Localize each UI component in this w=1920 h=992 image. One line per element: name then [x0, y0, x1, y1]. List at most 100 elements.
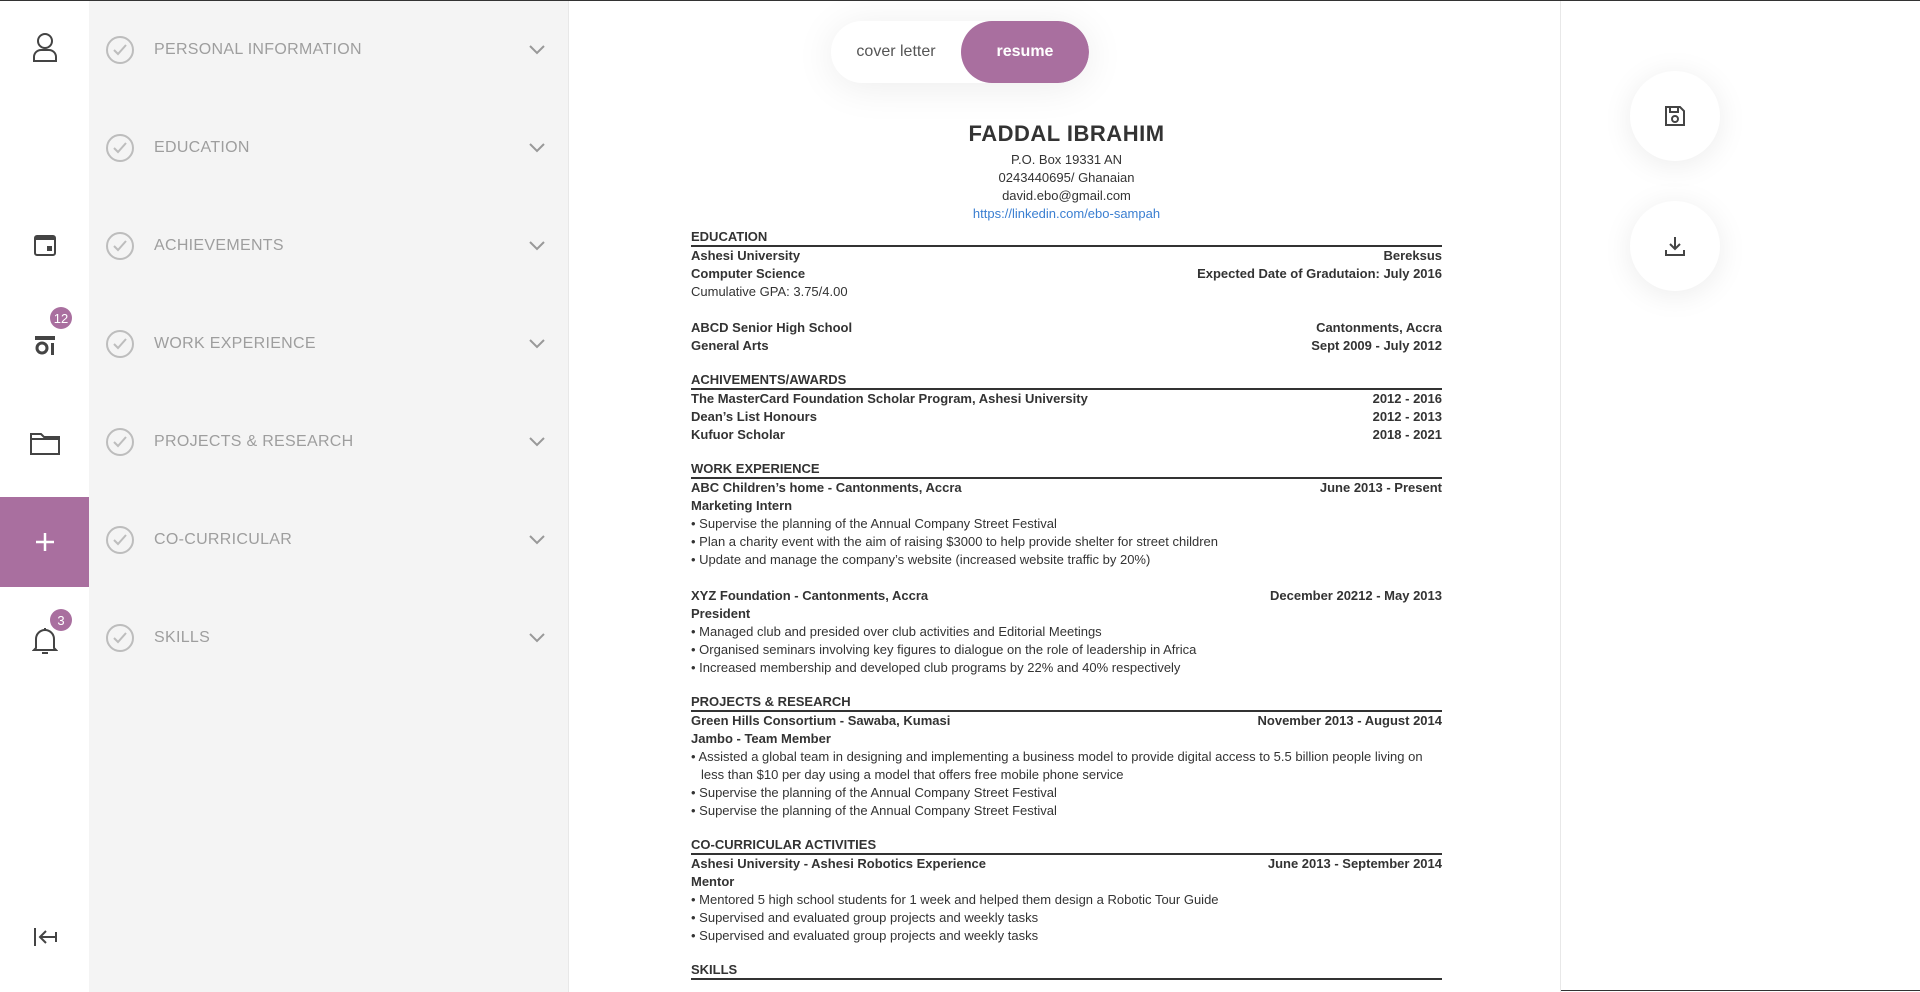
add-nav-button[interactable] — [0, 497, 89, 587]
resume-linkedin: https://linkedin.com/ebo-sampah — [691, 205, 1442, 223]
section-label: CO-CURRICULAR — [154, 531, 293, 548]
check-circle-icon — [106, 624, 134, 652]
school-name: ABCD Senior High School — [691, 320, 853, 335]
award-entry: Dean’s List Honours 2012 - 2013 — [691, 408, 1442, 426]
gpa-line: Cumulative GPA: 3.75/4.00 — [691, 283, 1442, 301]
inbox-badge: 12 — [50, 307, 72, 329]
program-date: Expected Date of Gradutaion: July 2016 — [1197, 266, 1442, 281]
logout-nav[interactable] — [0, 907, 89, 967]
bullet-item: • Supervise the planning of the Annual C… — [691, 803, 1057, 818]
inbox-icon — [34, 336, 55, 355]
check-circle-icon — [106, 232, 134, 260]
chevron-down-icon — [529, 437, 545, 447]
role-title: Mentor — [691, 874, 735, 889]
check-circle-icon — [106, 36, 134, 64]
sections-panel: PERSONAL INFORMATION EDUCATION ACHIEVEME… — [89, 1, 568, 992]
resume-name: FADDAL IBRAHIM — [968, 121, 1165, 146]
section-label: WORK EXPERIENCE — [154, 335, 316, 352]
save-button[interactable] — [1630, 71, 1720, 161]
school-location: Bereksus — [1383, 248, 1442, 263]
bullet-item: • Plan a charity event with the aim of r… — [691, 534, 1219, 549]
award-name: The MasterCard Foundation Scholar Progra… — [691, 391, 1088, 406]
section-personal-information[interactable]: PERSONAL INFORMATION — [89, 20, 568, 80]
resume-email: david.ebo@gmail.com — [1002, 188, 1131, 203]
section-achievements[interactable]: ACHIEVEMENTS — [89, 216, 568, 276]
cocurricular-role: Mentor — [691, 873, 1442, 891]
chevron-down-icon — [529, 339, 545, 349]
section-label: SKILLS — [154, 629, 211, 646]
award-date: 2012 - 2013 — [1372, 409, 1442, 424]
section-co-curricular[interactable]: CO-CURRICULAR — [89, 510, 568, 570]
education-entry: ABCD Senior High School Cantonments, Accr… — [691, 319, 1442, 337]
chevron-down-icon — [529, 535, 545, 545]
inbox-nav[interactable]: 12 — [0, 307, 89, 375]
awards-heading: ACHIVEMENTS/AWARDS — [691, 372, 1442, 390]
bullet-item: • Supervise the planning of the Annual C… — [691, 785, 1057, 800]
work-org: ABC Children’s home - Cantonments, Accra — [691, 480, 962, 495]
bell-icon — [31, 628, 58, 654]
education-entry: Computer Science Expected Date of Graduta… — [691, 265, 1442, 283]
skills-heading: SKILLS — [691, 962, 1442, 980]
bullet-item: • Increased membership and developed clu… — [691, 660, 1181, 675]
section-work-experience[interactable]: WORK EXPERIENCE — [89, 314, 568, 374]
gpa-text: Cumulative GPA: 3.75/4.00 — [691, 284, 848, 299]
chevron-down-icon — [529, 143, 545, 153]
calendar-icon — [33, 235, 56, 256]
section-label: PERSONAL INFORMATION — [154, 41, 362, 58]
projects-heading: PROJECTS & RESEARCH — [691, 694, 1442, 712]
notifications-badge: 3 — [50, 609, 72, 631]
award-date: 2018 - 2021 — [1372, 427, 1442, 442]
award-entry: The MasterCard Foundation Scholar Progra… — [691, 390, 1442, 408]
program-date: Sept 2009 - July 2012 — [1311, 338, 1442, 353]
cocurricular-org: Ashesi University - Ashesi Robotics Expe… — [691, 856, 987, 871]
program-name: General Arts — [691, 338, 769, 353]
section-label: ACHIEVEMENTS — [154, 237, 284, 254]
education-entry: General Arts Sept 2009 - July 2012 — [691, 337, 1442, 355]
download-icon — [1665, 237, 1685, 256]
school-location: Cantonments, Accra — [1316, 320, 1442, 335]
bullet-item: • Mentored 5 high school students for 1 … — [691, 892, 1219, 907]
section-skills[interactable]: SKILLS — [89, 608, 568, 668]
work-date: June 2013 - Present — [1319, 480, 1442, 495]
section-projects-research[interactable]: PROJECTS & RESEARCH — [89, 412, 568, 472]
work-role: President — [691, 605, 1442, 623]
role-title: Marketing Intern — [691, 498, 793, 513]
award-date: 2012 - 2016 — [1372, 391, 1442, 406]
work-date: December 20212 - May 2013 — [1269, 588, 1442, 603]
bullet-item: • Managed club and presided over club ac… — [691, 624, 1102, 639]
chevron-down-icon — [529, 45, 545, 55]
document-type-toggle: cover letter resume — [831, 21, 1089, 83]
calendar-nav[interactable] — [0, 215, 89, 275]
folder-nav[interactable] — [0, 413, 89, 473]
role-title: Jambo - Team Member — [691, 731, 831, 746]
cover-letter-tab[interactable]: cover letter — [831, 21, 961, 83]
bullet-item: • Supervised and evaluated group project… — [691, 910, 1039, 925]
profile-nav[interactable] — [0, 17, 89, 77]
app-frame: 12 3 PERSONAL INFORMATION EDUCATION ACHI… — [0, 0, 1920, 992]
project-org: Green Hills Consortium - Sawaba, Kumasi — [691, 713, 951, 728]
program-name: Computer Science — [691, 266, 806, 281]
bullet-item: • Supervised and evaluated group project… — [691, 928, 1039, 943]
resume-address: P.O. Box 19331 AN — [1010, 152, 1123, 167]
check-circle-icon — [106, 330, 134, 358]
resume-tab[interactable]: resume — [961, 21, 1089, 83]
cocurricular-entry: Ashesi University - Ashesi Robotics Expe… — [691, 855, 1442, 873]
award-entry: Kufuor Scholar 2018 - 2021 — [691, 426, 1442, 444]
icon-rail: 12 3 — [0, 1, 89, 992]
download-button[interactable] — [1630, 201, 1720, 291]
section-education[interactable]: EDUCATION — [89, 118, 568, 178]
linkedin-link[interactable]: https://linkedin.com/ebo-sampah — [973, 206, 1160, 221]
notifications-nav[interactable]: 3 — [0, 609, 89, 671]
bullet-item: • Organised seminars involving key figur… — [691, 642, 1197, 657]
education-entry: Ashesi University Bereksus — [691, 247, 1442, 265]
check-circle-icon — [106, 134, 134, 162]
bullet-item: • Supervise the planning of the Annual C… — [691, 516, 1057, 531]
role-title: President — [691, 606, 751, 621]
check-circle-icon — [106, 428, 134, 456]
bullet-item: • Assisted a global team in designing an… — [691, 749, 1423, 782]
bullet-item: • Update and manage the company’s websit… — [691, 552, 1151, 567]
project-entry: Green Hills Consortium - Sawaba, Kumasi N… — [691, 712, 1442, 730]
logout-icon — [33, 928, 57, 946]
save-icon — [1665, 106, 1685, 126]
chevron-down-icon — [529, 241, 545, 251]
